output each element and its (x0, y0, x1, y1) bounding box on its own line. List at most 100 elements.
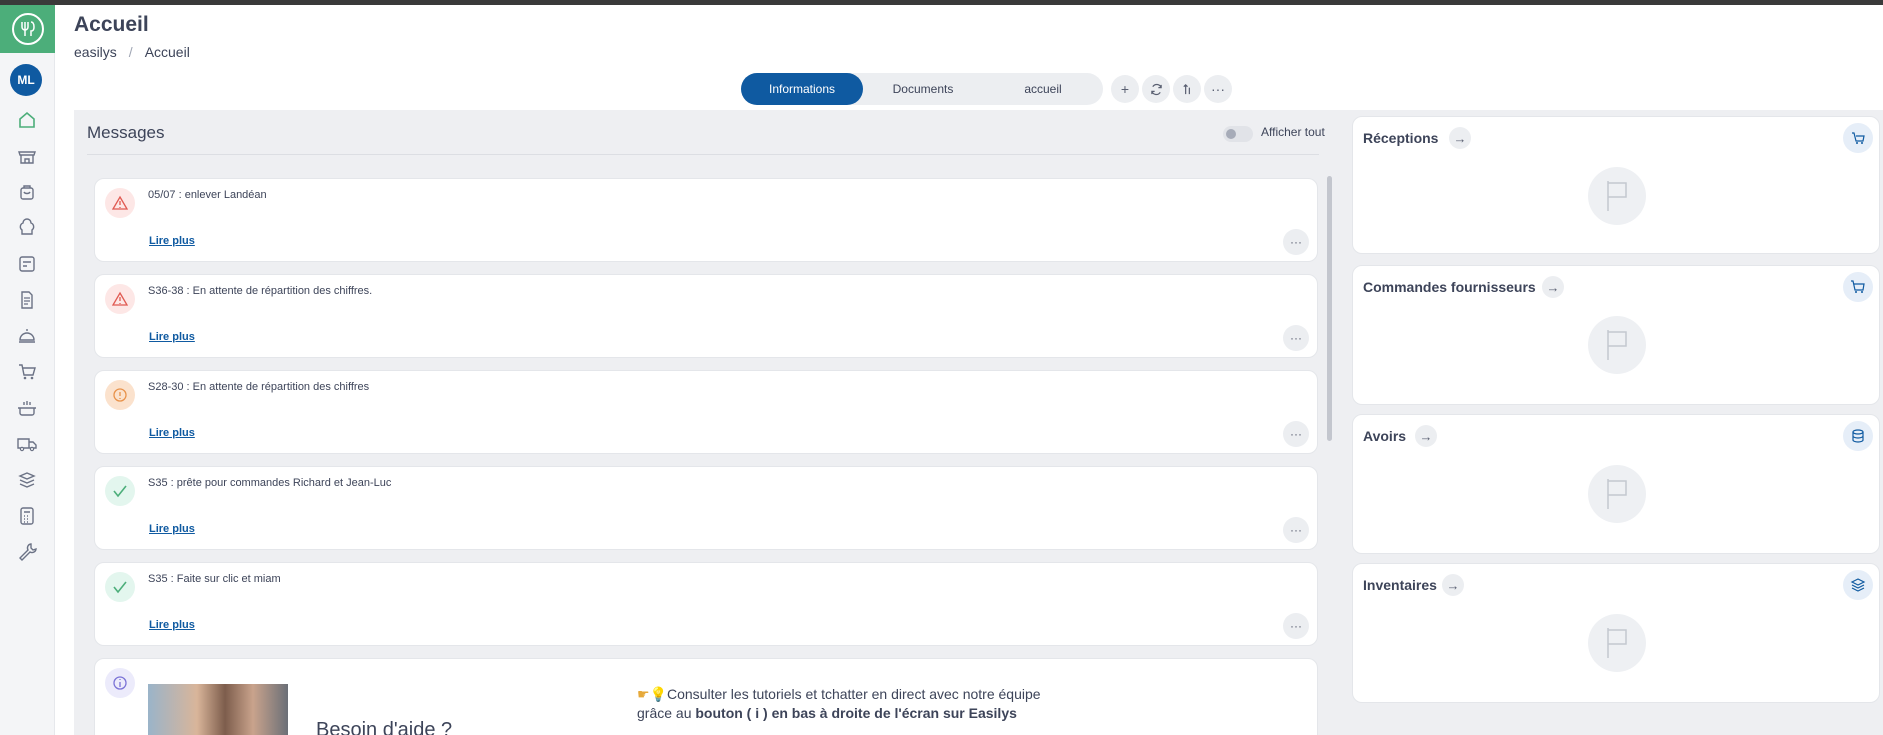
messages-title: Messages (87, 123, 165, 142)
sort-button[interactable] (1173, 75, 1201, 103)
more-icon: ··· (1290, 331, 1302, 345)
warning-triangle-icon (105, 284, 135, 314)
sidebar: ML (0, 5, 55, 735)
read-more-link[interactable]: Lire plus (149, 235, 195, 247)
arrow-right-icon[interactable]: → (1442, 574, 1464, 596)
stack-icon[interactable] (15, 468, 39, 492)
alert-circle-icon (105, 380, 135, 410)
toggle-knob (1226, 129, 1236, 139)
check-icon (105, 476, 135, 506)
empty-state-flag-icon (1588, 167, 1646, 225)
messages-panel: Messages Afficher tout 05/07 : enlever L… (74, 110, 1334, 735)
breadcrumb-separator: / (128, 44, 133, 60)
reception-icon (1843, 123, 1873, 153)
message-more-button[interactable]: ··· (1283, 325, 1309, 351)
widget-receptions: Réceptions → (1352, 116, 1880, 254)
app-logo[interactable] (0, 5, 55, 53)
refresh-button[interactable] (1142, 75, 1170, 103)
calculator-icon[interactable] (15, 504, 39, 528)
messages-scrollbar[interactable] (1327, 176, 1332, 441)
cart-icon (1843, 272, 1873, 302)
cloche-icon[interactable] (15, 324, 39, 348)
message-text: 05/07 : enlever Landéan (148, 189, 267, 201)
arrow-right-icon[interactable]: → (1415, 425, 1437, 447)
empty-state-flag-icon (1588, 614, 1646, 672)
read-more-link[interactable]: Lire plus (149, 427, 195, 439)
page-title: Accueil (74, 13, 149, 36)
help-text-secondary: grâce au bouton ( i ) en bas à droite de… (637, 705, 1017, 721)
plus-icon: + (1120, 81, 1130, 97)
more-icon: ··· (1290, 235, 1302, 249)
message-card: S35 : Faite sur clic et miam Lire plus ·… (94, 562, 1318, 646)
read-more-link[interactable]: Lire plus (149, 619, 195, 631)
check-icon (105, 572, 135, 602)
empty-state-flag-icon (1588, 316, 1646, 374)
message-more-button[interactable]: ··· (1283, 517, 1309, 543)
lightbulb-icon: 💡 (649, 686, 667, 702)
document-icon[interactable] (15, 288, 39, 312)
arrow-right-icon[interactable]: → (1542, 276, 1564, 298)
help-title: Besoin d'aide ? (316, 719, 453, 735)
message-card: S35 : prête pour commandes Richard et Je… (94, 466, 1318, 550)
tab-accueil[interactable]: accueil (983, 73, 1103, 105)
help-text: ☛💡Consulter les tutoriels et tchatter en… (637, 686, 1041, 702)
more-icon: ··· (1290, 427, 1302, 441)
read-more-link[interactable]: Lire plus (149, 523, 195, 535)
cart-icon[interactable] (15, 360, 39, 384)
info-icon (105, 668, 135, 698)
widget-title: Avoirs (1363, 428, 1407, 444)
tab-documents[interactable]: Documents (863, 73, 983, 105)
breadcrumb-item-current: Accueil (144, 44, 190, 60)
tab-bar: Informations Documents accueil (741, 73, 1103, 105)
message-card: S36-38 : En attente de répartition des c… (94, 274, 1318, 358)
widget-title: Réceptions (1363, 130, 1439, 146)
sort-icon (1182, 83, 1190, 94)
pointing-hand-icon: ☛ (637, 686, 650, 702)
more-icon: ··· (1290, 619, 1302, 633)
widget-commandes-fournisseurs: Commandes fournisseurs → (1352, 265, 1880, 405)
support-team-photo (148, 684, 288, 735)
message-more-button[interactable]: ··· (1283, 421, 1309, 447)
help-card: Besoin d'aide ? ☛💡Consulter les tutoriel… (94, 658, 1318, 735)
message-text: S35 : Faite sur clic et miam (148, 573, 281, 585)
show-all-label: Afficher tout (1261, 125, 1325, 139)
message-card: S28-30 : En attente de répartition des c… (94, 370, 1318, 454)
checklist-icon[interactable] (15, 252, 39, 276)
message-text: S36-38 : En attente de répartition des c… (148, 285, 373, 297)
bag-icon[interactable] (15, 180, 39, 204)
empty-state-flag-icon (1588, 465, 1646, 523)
fork-knife-icon (11, 13, 44, 45)
avatar[interactable]: ML (10, 64, 42, 96)
breadcrumb: easilys / Accueil (74, 44, 190, 60)
add-button[interactable]: + (1111, 75, 1139, 103)
coins-icon (1843, 421, 1873, 451)
truck-icon[interactable] (15, 432, 39, 456)
tools-icon[interactable] (15, 540, 39, 564)
arrow-right-icon[interactable]: → (1449, 127, 1471, 149)
widget-title: Commandes fournisseurs (1363, 279, 1536, 295)
message-text: S35 : prête pour commandes Richard et Je… (148, 477, 392, 489)
more-icon: ··· (1290, 523, 1302, 537)
chef-hat-icon[interactable] (15, 216, 39, 240)
message-more-button[interactable]: ··· (1283, 229, 1309, 255)
content-area: Messages Afficher tout 05/07 : enlever L… (74, 110, 1883, 735)
tab-informations[interactable]: Informations (741, 73, 863, 105)
refresh-icon (1150, 83, 1162, 95)
widget-avoirs: Avoirs → (1352, 414, 1880, 554)
home-icon[interactable] (15, 108, 39, 132)
message-card: 05/07 : enlever Landéan Lire plus ··· (94, 178, 1318, 262)
read-more-link[interactable]: Lire plus (149, 331, 195, 343)
show-all-toggle[interactable] (1223, 126, 1253, 142)
message-more-button[interactable]: ··· (1283, 613, 1309, 639)
more-button[interactable]: ··· (1204, 75, 1232, 103)
widget-title: Inventaires (1363, 577, 1437, 593)
widget-inventaires: Inventaires → (1352, 563, 1880, 703)
stack-icon (1843, 570, 1873, 600)
warning-triangle-icon (105, 188, 135, 218)
window-top-bar (0, 0, 1883, 5)
breadcrumb-item-root[interactable]: easilys (74, 44, 117, 60)
cooking-pot-icon[interactable] (15, 396, 39, 420)
message-text: S28-30 : En attente de répartition des c… (148, 381, 370, 393)
store-icon[interactable] (15, 144, 39, 168)
divider (87, 154, 1319, 155)
